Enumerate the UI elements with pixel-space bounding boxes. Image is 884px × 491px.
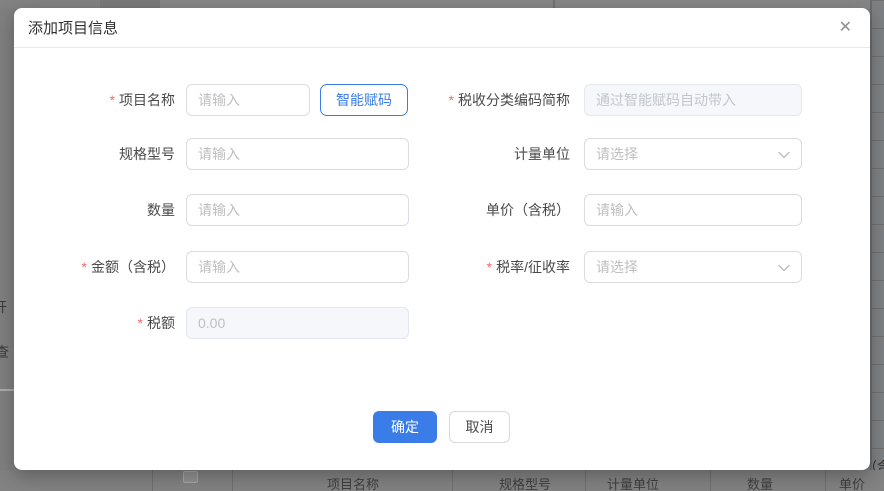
background-text-fragment: 查	[0, 342, 9, 362]
label-text: 计量单位	[514, 146, 570, 162]
field-label-quantity: 数量	[20, 194, 175, 226]
project-name-input[interactable]	[186, 84, 310, 116]
background-column-header: 规格型号	[499, 474, 551, 491]
field-label-project-name: *项目名称	[20, 84, 175, 116]
chevron-down-icon	[778, 264, 790, 272]
unit-price-input[interactable]	[584, 194, 802, 226]
form-row: *项目名称 智能赋码 *税收分类编码简称	[14, 84, 870, 116]
field-label-tax-amount: *税额	[20, 307, 175, 339]
tax-code-name-input	[584, 84, 802, 116]
smart-code-button[interactable]: 智能赋码	[320, 84, 408, 116]
background-page-right-strip: （含	[870, 0, 884, 491]
spec-model-group	[186, 138, 409, 170]
field-label-unit-price: 单价（含税）	[410, 194, 570, 226]
confirm-button[interactable]: 确定	[373, 411, 437, 443]
dialog-footer: 确定 取消	[373, 411, 510, 443]
unit-select[interactable]: 请选择	[584, 138, 802, 170]
amount-group	[186, 251, 409, 283]
background-page-top-strip	[0, 0, 870, 8]
spec-model-input[interactable]	[186, 138, 409, 170]
field-label-tax-code-name: *税收分类编码简称	[410, 84, 570, 116]
cancel-button[interactable]: 取消	[449, 411, 510, 443]
label-text: 数量	[147, 202, 175, 218]
background-text-fragment: 开	[0, 297, 7, 317]
background-checkbox	[183, 471, 198, 483]
background-table-border	[585, 470, 586, 491]
label-text: 规格型号	[119, 146, 175, 162]
tax-amount-group	[186, 307, 409, 339]
required-asterisk: *	[487, 259, 492, 275]
background-table-border	[553, 0, 555, 8]
label-text: 税率/征收率	[496, 259, 570, 275]
required-asterisk: *	[449, 92, 454, 108]
form-row: *税额	[14, 307, 870, 339]
label-text: 项目名称	[119, 92, 175, 108]
field-label-tax-rate: *税率/征收率	[410, 251, 570, 283]
required-asterisk: *	[138, 315, 143, 331]
tax-rate-select[interactable]: 请选择	[584, 251, 802, 283]
tax-rate-select-group: 请选择	[584, 251, 802, 283]
project-name-group: 智能赋码	[186, 84, 409, 116]
unit-select-group: 请选择	[584, 138, 802, 170]
select-placeholder: 请选择	[596, 257, 790, 277]
form-row: 数量 单价（含税）	[14, 194, 870, 226]
dialog-header: 添加项目信息 ✕	[14, 8, 870, 48]
field-label-amount: *金额（含税）	[20, 251, 175, 283]
background-column-header: 数量	[747, 474, 773, 491]
background-segment	[0, 0, 100, 8]
chevron-down-icon	[778, 151, 790, 159]
background-column-header: 项目名称	[327, 474, 379, 491]
required-asterisk: *	[82, 259, 87, 275]
background-table-border	[232, 470, 233, 491]
background-divider	[0, 389, 14, 391]
form-row: 规格型号 计量单位 请选择	[14, 138, 870, 170]
field-label-unit: 计量单位	[410, 138, 570, 170]
unit-price-group	[584, 194, 802, 226]
tax-code-name-group	[584, 84, 802, 116]
required-asterisk: *	[110, 92, 115, 108]
background-segment	[100, 0, 160, 8]
background-table-border	[825, 470, 826, 491]
tax-amount-input	[186, 307, 409, 339]
label-text: 单价（含税）	[486, 202, 570, 218]
select-placeholder: 请选择	[596, 144, 790, 164]
background-page-left-strip: 开 查	[0, 8, 14, 470]
background-table-border	[452, 470, 453, 491]
label-text: 税收分类编码简称	[458, 92, 570, 108]
quantity-group	[186, 194, 409, 226]
background-column-header: 计量单位	[607, 474, 659, 491]
background-table-border	[152, 470, 153, 491]
dialog-title: 添加项目信息	[28, 17, 118, 38]
form-row: *金额（含税） *税率/征收率 请选择	[14, 251, 870, 283]
quantity-input[interactable]	[186, 194, 409, 226]
label-text: 金额（含税）	[91, 259, 175, 275]
background-table-header: 项目名称 规格型号 计量单位 数量 单价	[0, 470, 884, 491]
close-icon[interactable]: ✕	[839, 20, 852, 36]
background-column-header: 单价	[839, 474, 865, 491]
background-table-border	[710, 470, 711, 491]
field-label-spec-model: 规格型号	[20, 138, 175, 170]
add-item-dialog: 添加项目信息 ✕ *项目名称 智能赋码 *税收分类编码简称 规格型号 计量单位 …	[14, 8, 870, 470]
label-text: 税额	[147, 315, 175, 331]
amount-input[interactable]	[186, 251, 409, 283]
